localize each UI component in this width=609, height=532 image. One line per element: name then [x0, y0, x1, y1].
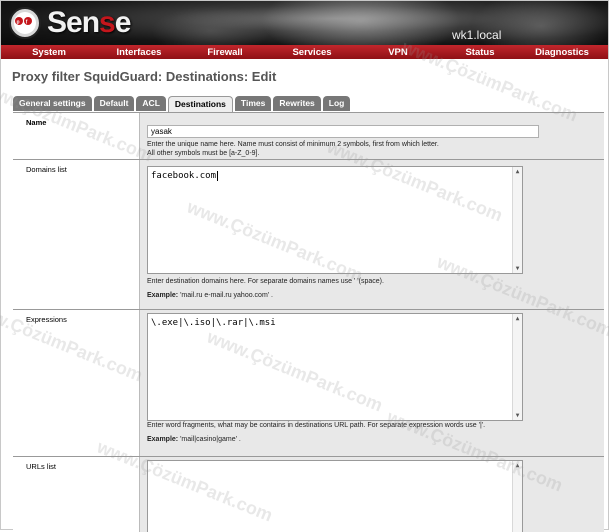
- name-label: Name: [26, 118, 47, 127]
- expressions-row: Expressions \.exe|\.iso|\.rar|\.msi ▲ ▼ …: [13, 310, 604, 457]
- expressions-help: Enter word fragments, what may be contai…: [147, 422, 486, 429]
- nav-vpn[interactable]: VPN: [355, 47, 441, 58]
- scroll-down-icon[interactable]: ▼: [514, 412, 521, 419]
- expressions-example: Example: 'mail|casino|game' .: [147, 436, 241, 443]
- hostname: wk1.local: [452, 28, 502, 42]
- domains-textarea[interactable]: facebook.com ▲ ▼: [147, 166, 523, 274]
- nav-interfaces[interactable]: Interfaces: [97, 47, 181, 58]
- expressions-content-cell: \.exe|\.iso|\.rar|\.msi ▲ ▼ Enter word f…: [140, 310, 604, 456]
- nav-status[interactable]: Status: [441, 47, 519, 58]
- pfsense-logo-mark-icon: p f: [9, 7, 41, 39]
- domains-label-cell: Domains list: [13, 160, 140, 309]
- urls-scrollbar[interactable]: ▲: [512, 461, 522, 532]
- name-help-line1: Enter the unique name here. Name must co…: [147, 141, 439, 148]
- urls-row: URLs list ▲: [13, 457, 604, 532]
- page-title: Proxy filter SquidGuard: Destinations: E…: [12, 69, 277, 84]
- domains-textarea-value: facebook.com: [151, 171, 217, 181]
- name-help-line2: All other symbols must be [a-Z_0-9].: [147, 150, 260, 157]
- urls-label: URLs list: [26, 462, 57, 471]
- expressions-textarea-value: \.exe|\.iso|\.rar|\.msi: [151, 318, 276, 328]
- expressions-label-cell: Expressions: [13, 310, 140, 456]
- svg-text:p: p: [17, 20, 20, 26]
- domains-scrollbar[interactable]: ▲ ▼: [512, 167, 522, 273]
- pfsense-logo[interactable]: p f Sense: [5, 4, 131, 42]
- scroll-up-icon[interactable]: ▲: [514, 315, 521, 322]
- nav-diagnostics[interactable]: Diagnostics: [519, 47, 605, 58]
- urls-textarea[interactable]: ▲: [147, 460, 523, 532]
- nav-system[interactable]: System: [1, 47, 97, 58]
- tab-default[interactable]: Default: [93, 96, 135, 111]
- tab-acl[interactable]: ACL: [136, 96, 166, 111]
- expressions-textarea[interactable]: \.exe|\.iso|\.rar|\.msi ▲ ▼: [147, 313, 523, 421]
- domains-label: Domains list: [26, 165, 67, 174]
- name-row: Name yasak Enter the unique name here. N…: [13, 113, 604, 160]
- logo-text: Sense: [47, 6, 131, 39]
- nav-firewall[interactable]: Firewall: [181, 47, 269, 58]
- domains-help: Enter destination domains here. For sepa…: [147, 278, 384, 285]
- destination-edit-form: Name yasak Enter the unique name here. N…: [13, 112, 604, 532]
- scroll-up-icon[interactable]: ▲: [514, 462, 521, 469]
- expressions-label: Expressions: [26, 315, 67, 324]
- tab-times[interactable]: Times: [234, 96, 272, 111]
- domains-row: Domains list facebook.com ▲ ▼ Enter dest…: [13, 160, 604, 310]
- name-input[interactable]: yasak: [147, 125, 539, 138]
- header-banner: p f Sense wk1.local: [1, 1, 608, 45]
- main-nav: System Interfaces Firewall Services VPN …: [1, 45, 608, 59]
- tab-rewrites[interactable]: Rewrites: [273, 96, 321, 111]
- domains-example: Example: 'mail.ru e-mail.ru yahoo.com' .: [147, 292, 274, 299]
- tab-log[interactable]: Log: [322, 96, 351, 111]
- tab-general-settings[interactable]: General settings: [13, 96, 92, 111]
- nav-services[interactable]: Services: [269, 47, 355, 58]
- urls-label-cell: URLs list: [13, 457, 140, 532]
- urls-content-cell: ▲: [140, 457, 604, 532]
- domains-content-cell: facebook.com ▲ ▼ Enter destination domai…: [140, 160, 604, 309]
- tab-bar: General settings Default ACL Destination…: [13, 96, 352, 112]
- name-label-cell: Name: [13, 113, 140, 159]
- name-help: Enter the unique name here. Name must co…: [147, 140, 439, 158]
- expressions-scrollbar[interactable]: ▲ ▼: [512, 314, 522, 420]
- tab-destinations[interactable]: Destinations: [167, 96, 233, 112]
- name-content-cell: yasak Enter the unique name here. Name m…: [140, 113, 604, 159]
- scroll-down-icon[interactable]: ▼: [514, 265, 521, 272]
- scroll-up-icon[interactable]: ▲: [514, 168, 521, 175]
